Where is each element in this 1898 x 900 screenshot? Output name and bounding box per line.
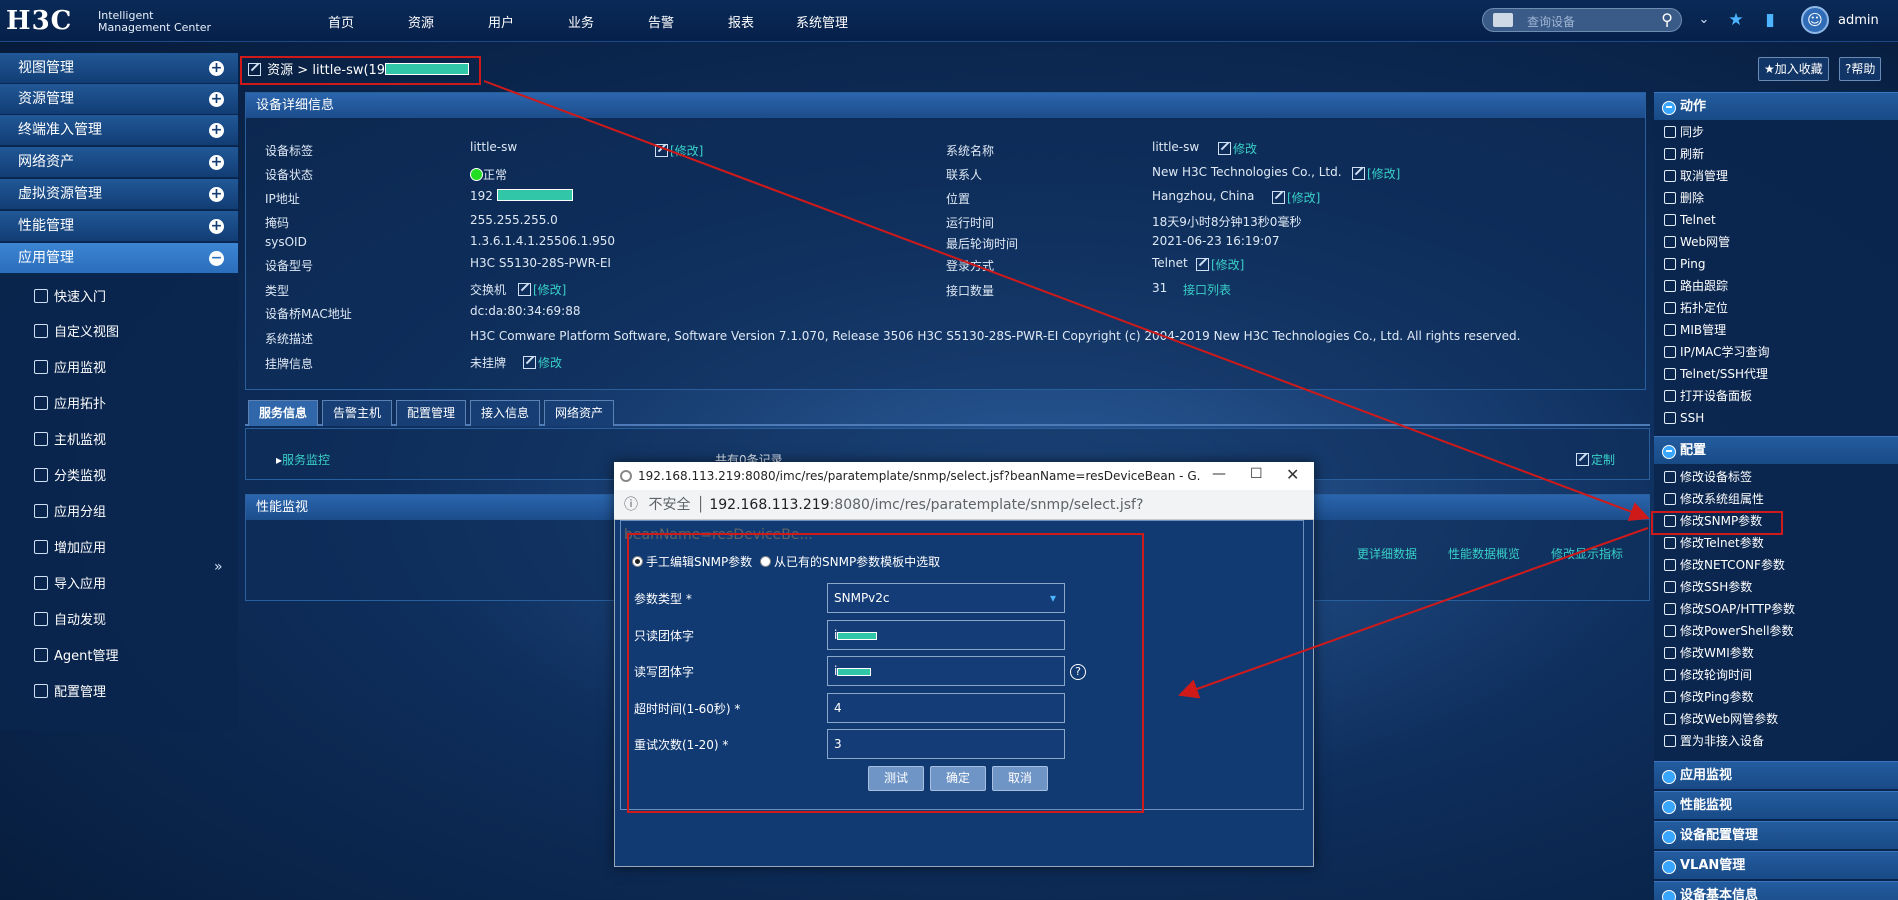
action-item-6-icon bbox=[1664, 258, 1676, 270]
action-item-10-icon bbox=[1664, 346, 1676, 358]
config-item-2[interactable]: 修改SNMP参数 bbox=[1664, 512, 1762, 530]
action-item-9-icon bbox=[1664, 324, 1676, 336]
config-item-3[interactable]: 修改Telnet参数 bbox=[1664, 534, 1764, 552]
action-item-2-icon bbox=[1664, 170, 1676, 182]
action-item-12[interactable]: 打开设备面板 bbox=[1664, 387, 1752, 405]
config-item-2-icon bbox=[1664, 515, 1676, 527]
action-item-8[interactable]: 拓扑定位 bbox=[1664, 299, 1728, 317]
action-item-13[interactable]: SSH bbox=[1664, 409, 1704, 427]
arrow-to-form bbox=[1178, 527, 1649, 699]
config-item-10-icon bbox=[1664, 691, 1676, 703]
config-item-3-icon bbox=[1664, 537, 1676, 549]
config-item-9-icon bbox=[1664, 669, 1676, 681]
action-item-5[interactable]: Web网管 bbox=[1664, 233, 1730, 251]
config-item-7[interactable]: 修改PowerShell参数 bbox=[1664, 622, 1794, 640]
config-item-1-icon bbox=[1664, 493, 1676, 505]
config-item-0-icon bbox=[1664, 471, 1676, 483]
config-item-12-icon bbox=[1664, 735, 1676, 747]
action-item-7-icon bbox=[1664, 280, 1676, 292]
action-item-4-icon bbox=[1664, 214, 1676, 226]
action-item-11[interactable]: Telnet/SSH代理 bbox=[1664, 365, 1768, 383]
config-item-6-icon bbox=[1664, 603, 1676, 615]
action-item-1-icon bbox=[1664, 148, 1676, 160]
config-item-9[interactable]: 修改轮询时间 bbox=[1664, 666, 1752, 684]
action-item-7[interactable]: 路由跟踪 bbox=[1664, 277, 1728, 295]
action-item-5-icon bbox=[1664, 236, 1676, 248]
config-item-4-icon bbox=[1664, 559, 1676, 571]
config-item-1[interactable]: 修改系统组属性 bbox=[1664, 490, 1764, 508]
action-item-12-icon bbox=[1664, 390, 1676, 402]
action-item-8-icon bbox=[1664, 302, 1676, 314]
config-item-0[interactable]: 修改设备标签 bbox=[1664, 468, 1752, 486]
action-item-1[interactable]: 刷新 bbox=[1664, 145, 1704, 163]
action-item-4[interactable]: Telnet bbox=[1664, 211, 1716, 229]
config-item-12[interactable]: 置为非接入设备 bbox=[1664, 732, 1764, 750]
action-item-9[interactable]: MIB管理 bbox=[1664, 321, 1726, 339]
config-item-10[interactable]: 修改Ping参数 bbox=[1664, 688, 1754, 706]
action-item-3-icon bbox=[1664, 192, 1676, 204]
action-item-13-icon bbox=[1664, 412, 1676, 424]
config-item-5[interactable]: 修改SSH参数 bbox=[1664, 578, 1752, 596]
config-item-11-icon bbox=[1664, 713, 1676, 725]
config-item-5-icon bbox=[1664, 581, 1676, 593]
action-item-3[interactable]: 删除 bbox=[1664, 189, 1704, 207]
config-item-6[interactable]: 修改SOAP/HTTP参数 bbox=[1664, 600, 1795, 618]
action-item-10[interactable]: IP/MAC学习查询 bbox=[1664, 343, 1770, 361]
action-item-6[interactable]: Ping bbox=[1664, 255, 1706, 273]
action-item-11-icon bbox=[1664, 368, 1676, 380]
action-item-2[interactable]: 取消管理 bbox=[1664, 167, 1728, 185]
config-item-7-icon bbox=[1664, 625, 1676, 637]
arrow-to-snmp bbox=[483, 80, 1650, 522]
config-item-4[interactable]: 修改NETCONF参数 bbox=[1664, 556, 1785, 574]
config-item-8-icon bbox=[1664, 647, 1676, 659]
config-item-11[interactable]: 修改Web网管参数 bbox=[1664, 710, 1778, 728]
action-item-0-icon bbox=[1664, 126, 1676, 138]
annotation-arrows bbox=[483, 80, 1650, 699]
action-item-0[interactable]: 同步 bbox=[1664, 123, 1704, 141]
config-item-8[interactable]: 修改WMI参数 bbox=[1664, 644, 1754, 662]
